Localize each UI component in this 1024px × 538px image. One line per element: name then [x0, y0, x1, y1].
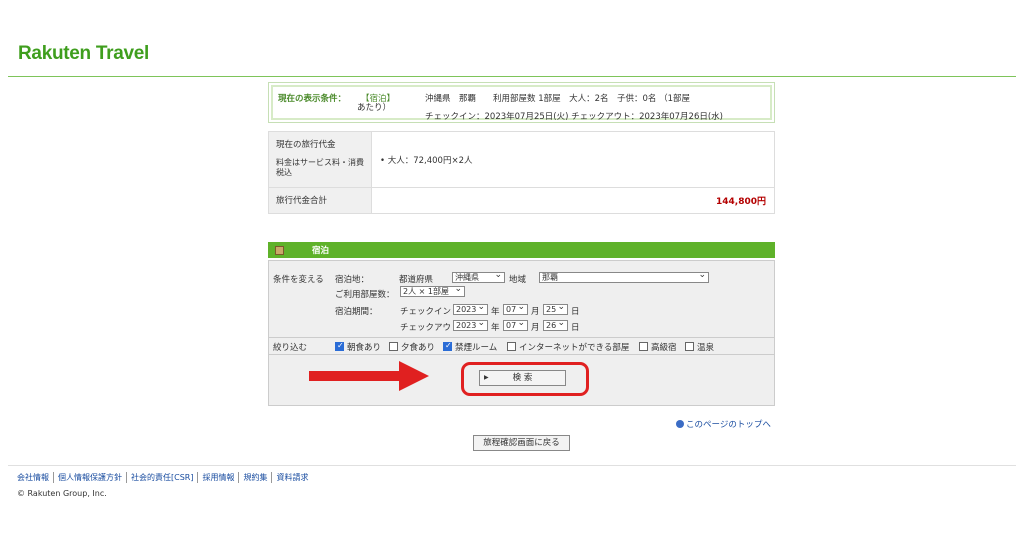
filter-dinner-checkbox[interactable]	[389, 342, 398, 351]
year-unit: 年	[491, 307, 500, 317]
current-price-value: • 大人：72,400円×2人	[380, 155, 473, 166]
conditions-dates: チェックイン：2023年07月25日(火) チェックアウト：2023年07月26…	[425, 112, 723, 122]
footer-link-terms[interactable]: 規約集	[238, 472, 271, 483]
location-label: 宿泊地：	[335, 275, 370, 285]
rooms-label: ご利用部屋数：	[335, 290, 395, 300]
filter-breakfast-checkbox[interactable]	[335, 341, 344, 351]
page-top-link[interactable]: このページのトップへ	[676, 418, 771, 430]
checkout-month-select[interactable]: 07	[503, 320, 528, 331]
filter-row: 絞り込む 朝食あり 夕食あり 禁煙ルーム インターネットができる部屋 高級宿 温…	[269, 337, 774, 355]
red-arrow-head	[399, 361, 429, 391]
price-table: 現在の旅行代金 料金はサービス料・消費税込 • 大人：72,400円×2人 旅行…	[268, 131, 775, 214]
search-button-label: 検 索	[512, 373, 533, 383]
header-divider	[8, 76, 1016, 77]
filter-onsen-label: 温泉	[697, 343, 715, 353]
checkout-year-select[interactable]: 2023	[453, 320, 488, 331]
stay-section-header: 宿泊	[268, 242, 775, 258]
up-circle-icon	[676, 420, 684, 428]
checkout-day-select[interactable]: 26	[543, 320, 568, 331]
current-price-label: 現在の旅行代金	[276, 140, 336, 150]
footer-link-company[interactable]: 会社情報	[17, 472, 53, 483]
footer-link-privacy[interactable]: 個人情報保護方針	[53, 472, 126, 483]
hotel-icon	[275, 245, 284, 255]
total-price-label: 旅行代金合計	[269, 188, 372, 213]
day-unit: 日	[571, 323, 580, 333]
prefecture-label: 都道府県	[399, 275, 434, 285]
filter-nonsmoking-checkbox[interactable]	[443, 341, 452, 351]
filter-breakfast-label: 朝食あり	[347, 343, 382, 353]
current-price-row: 現在の旅行代金 料金はサービス料・消費税込 • 大人：72,400円×2人	[269, 132, 774, 188]
footer-divider	[8, 465, 1016, 466]
checkin-label: チェックイン	[400, 307, 452, 317]
filter-luxury-checkbox[interactable]	[639, 342, 648, 351]
stay-search-panel: 条件を変える 宿泊地： 都道府県 沖縄県 地域 那覇 ご利用部屋数： 2人 × …	[268, 260, 775, 406]
checkin-month-select[interactable]: 07	[503, 304, 528, 315]
prefecture-select[interactable]: 沖縄県	[452, 272, 505, 283]
play-icon: ▶	[484, 374, 489, 381]
filter-internet-checkbox[interactable]	[507, 342, 516, 351]
area-label: 地域	[509, 275, 527, 285]
filter-internet-label: インターネットができる部屋	[519, 343, 630, 353]
period-label: 宿泊期間：	[335, 307, 378, 317]
filter-luxury-label: 高級宿	[651, 343, 677, 353]
footer-links: 会社情報 個人情報保護方針 社会的責任[CSR] 採用情報 規約集 資料請求	[17, 472, 312, 483]
price-tax-note: 料金はサービス料・消費税込	[276, 158, 364, 177]
rooms-select[interactable]: 2人 × 1部屋	[400, 286, 465, 297]
stay-section-title: 宿泊	[312, 246, 330, 256]
day-unit: 日	[571, 307, 580, 317]
filter-label: 絞り込む	[273, 343, 308, 353]
current-conditions-box: 現在の表示条件： 【宿泊】 沖縄県 那覇 利用部屋数 1部屋 大人：2名 子供：…	[268, 82, 775, 123]
year-unit: 年	[491, 323, 500, 333]
change-conditions-label: 条件を変える	[273, 275, 324, 285]
filter-onsen-checkbox[interactable]	[685, 342, 694, 351]
total-price-row: 旅行代金合計 144,800円	[269, 188, 774, 213]
filter-dinner-label: 夕食あり	[401, 343, 436, 353]
back-to-itinerary-button[interactable]: 旅程確認画面に戻る	[473, 435, 570, 451]
conditions-label: 現在の表示条件：	[278, 94, 347, 104]
page-top-link-text: このページのトップへ	[686, 420, 771, 430]
checkin-day-select[interactable]: 25	[543, 304, 568, 315]
conditions-summary-cont: あたり）	[357, 103, 392, 113]
red-arrow-shaft	[309, 371, 409, 381]
checkin-year-select[interactable]: 2023	[453, 304, 488, 315]
area-select[interactable]: 那覇	[539, 272, 709, 283]
rakuten-travel-logo[interactable]: Rakuten Travel	[18, 43, 149, 65]
month-unit: 月	[531, 307, 540, 317]
checkout-label: チェックアウト	[400, 323, 452, 333]
conditions-summary: 沖縄県 那覇 利用部屋数 1部屋 大人：2名 子供：0名 （1部屋	[425, 94, 691, 104]
copyright: © Rakuten Group, Inc.	[17, 489, 107, 498]
search-button[interactable]: ▶ 検 索	[479, 370, 566, 386]
footer-link-csr[interactable]: 社会的責任[CSR]	[126, 472, 197, 483]
footer-link-careers[interactable]: 採用情報	[197, 472, 238, 483]
month-unit: 月	[531, 323, 540, 333]
filter-nonsmoking-label: 禁煙ルーム	[455, 343, 498, 353]
total-price-value: 144,800円	[716, 197, 766, 207]
footer-link-materials[interactable]: 資料請求	[271, 472, 312, 483]
